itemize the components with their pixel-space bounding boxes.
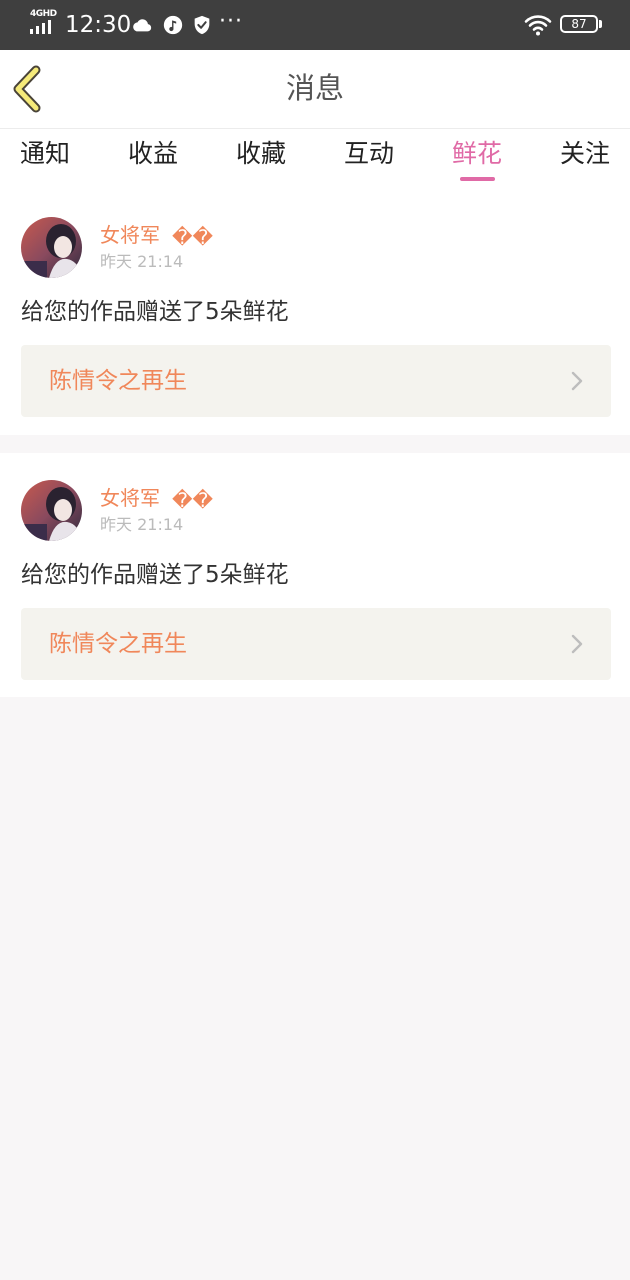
music-note-icon (163, 15, 183, 35)
tab-flowers[interactable]: 鲜花 (452, 137, 502, 171)
battery-level: 87 (571, 17, 587, 31)
username[interactable]: 女将军 (100, 222, 160, 248)
avatar[interactable] (21, 217, 82, 278)
cloud-icon (133, 19, 152, 32)
chevron-right-icon (571, 634, 583, 654)
work-title: 陈情令之再生 (49, 631, 187, 657)
tab-earnings[interactable]: 收益 (128, 137, 178, 171)
message-card: 女将军 �� 昨天 21:14 给您的作品赠送了5朵鲜花 陈情令之再生 (0, 453, 630, 697)
shield-check-icon (194, 15, 210, 35)
work-link[interactable]: 陈情令之再生 (21, 608, 611, 680)
active-tab-indicator (460, 177, 495, 181)
wifi-icon (524, 15, 552, 36)
status-time: 12:30 (65, 12, 132, 38)
cellular-signal-icon: 4GHD (28, 9, 58, 36)
battery-icon: 87 (560, 15, 598, 33)
avatar[interactable] (21, 480, 82, 541)
battery-tip (599, 20, 602, 28)
message-card: 女将军 �� 昨天 21:14 给您的作品赠送了5朵鲜花 陈情令之再生 (0, 191, 630, 435)
page-title: 消息 (285, 71, 344, 105)
username[interactable]: 女将军 (100, 485, 160, 511)
tab-bar: 通知 收益 收藏 互动 鲜花 关注 (0, 129, 630, 191)
user-badge: �� (172, 488, 214, 512)
header: 消息 (0, 50, 630, 129)
tab-following[interactable]: 关注 (560, 137, 610, 171)
tab-favorites[interactable]: 收藏 (236, 137, 286, 171)
message-text: 给您的作品赠送了5朵鲜花 (21, 562, 289, 588)
message-time: 昨天 21:14 (100, 252, 184, 271)
chevron-right-icon (571, 371, 583, 391)
status-bar: 4GHD 12:30 ··· 87 (0, 0, 630, 50)
more-notifications-icon: ··· (219, 9, 243, 34)
network-type-label: 4GHD (30, 9, 57, 19)
tab-notifications[interactable]: 通知 (20, 137, 70, 171)
message-text: 给您的作品赠送了5朵鲜花 (21, 299, 289, 325)
work-title: 陈情令之再生 (49, 368, 187, 394)
work-link[interactable]: 陈情令之再生 (21, 345, 611, 417)
user-badge: �� (172, 225, 214, 249)
message-time: 昨天 21:14 (100, 515, 184, 534)
tab-interactions[interactable]: 互动 (344, 137, 394, 171)
